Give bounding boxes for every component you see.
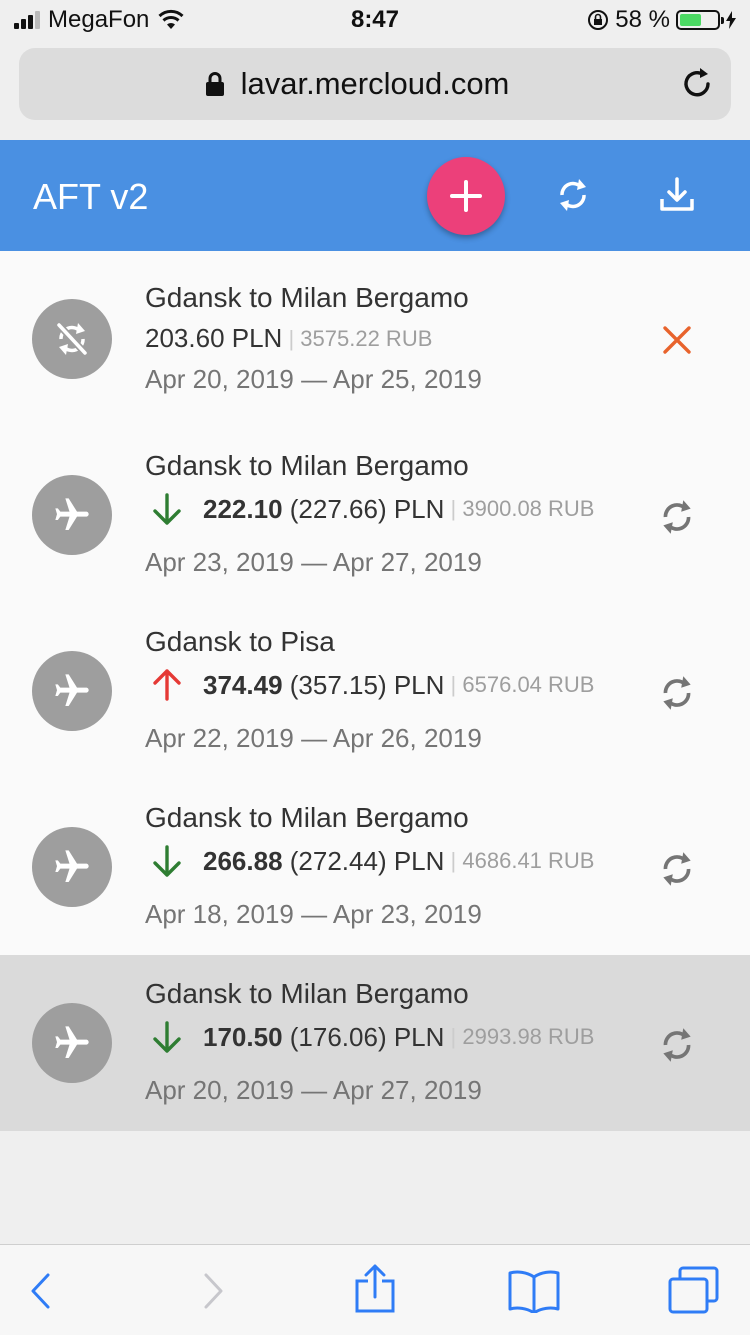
flight-previous-price: (176.06) PLN [289,1021,445,1052]
price-down-arrow-icon [153,493,181,525]
price-down-arrow-icon [153,845,181,877]
flight-item[interactable]: Gdansk to Milan Bergamo 222.10 (227.66) … [0,427,750,603]
flight-item[interactable]: Gdansk to Pisa 374.49 (357.15) PLN | 657… [0,603,750,779]
tabs-icon[interactable] [667,1265,721,1315]
forward-icon[interactable] [198,1271,228,1311]
reload-icon[interactable] [679,66,715,102]
flight-price-rub: | 3900.08 RUB [450,496,595,521]
airplane-icon [55,1026,89,1058]
app-title: AFT v2 [33,176,149,217]
flight-previous-price: (227.66) PLN [289,493,445,524]
flight-avatar [32,651,112,731]
download-icon[interactable] [657,175,697,215]
add-flight-button[interactable] [427,157,505,235]
flight-route: Gdansk to Pisa [145,626,335,657]
flight-avatar [32,827,112,907]
flight-list: Gdansk to Milan Bergamo 203.60 PLN | 357… [0,251,750,1131]
orientation-lock-icon [588,10,609,30]
flight-dates: Apr 20, 2019 — Apr 25, 2019 [145,364,482,394]
charging-bolt-icon [726,11,736,29]
airplane-icon [55,850,89,882]
sync-disabled-icon [56,322,88,356]
refresh-all-icon[interactable] [553,175,593,215]
flight-avatar [32,1003,112,1083]
flight-price: 222.10 [203,493,283,524]
refresh-icon[interactable] [656,672,698,714]
flight-item[interactable]: Gdansk to Milan Bergamo 170.50 (176.06) … [0,955,750,1131]
price-up-arrow-icon [153,669,181,701]
flight-price: 374.49 [203,669,283,700]
flight-price: 266.88 [203,845,283,876]
flight-price-rub: | 2993.98 RUB [450,1024,595,1049]
url-text[interactable]: lavar.mercloud.com [19,66,731,102]
battery-icon [676,10,724,30]
bookmarks-icon[interactable] [507,1269,561,1313]
flight-avatar [32,299,112,379]
flight-item[interactable]: Gdansk to Milan Bergamo 266.88 (272.44) … [0,779,750,955]
price-down-arrow-icon [153,1021,181,1053]
flight-previous-price: (357.15) PLN [289,669,445,700]
flight-dates: Apr 18, 2019 — Apr 23, 2019 [145,899,482,929]
status-bar: MegaFon 8:47 58 % [0,0,750,40]
airplane-icon [55,498,89,530]
refresh-icon[interactable] [656,496,698,538]
flight-route: Gdansk to Milan Bergamo [145,978,469,1009]
app-bar: AFT v2 [0,140,750,251]
flight-dates: Apr 20, 2019 — Apr 27, 2019 [145,1075,482,1105]
back-icon[interactable] [26,1271,56,1311]
flight-item[interactable]: Gdansk to Milan Bergamo 203.60 PLN | 357… [0,251,750,427]
address-bar[interactable]: lavar.mercloud.com [19,48,731,120]
flight-avatar [32,475,112,555]
flight-price: 203.60 PLN [145,323,283,353]
flight-price-rub: | 3575.22 RUB [288,325,433,351]
flight-price-rub: | 4686.41 RUB [450,848,595,873]
browser-toolbar [0,1244,750,1335]
plus-icon [450,180,482,212]
flight-price-rub: | 6576.04 RUB [450,672,595,697]
flight-route: Gdansk to Milan Bergamo [145,802,469,833]
flight-price: 170.50 [203,1021,283,1052]
flight-route: Gdansk to Milan Bergamo [145,282,469,313]
battery-percent: 58 % [615,6,670,33]
flight-dates: Apr 22, 2019 — Apr 26, 2019 [145,723,482,753]
refresh-icon[interactable] [656,1024,698,1066]
flight-route: Gdansk to Milan Bergamo [145,450,469,481]
airplane-icon [55,674,89,706]
refresh-icon[interactable] [656,848,698,890]
share-icon[interactable] [353,1263,397,1315]
flight-previous-price: (272.44) PLN [289,845,445,876]
flight-dates: Apr 23, 2019 — Apr 27, 2019 [145,547,482,577]
close-icon[interactable] [656,319,698,361]
